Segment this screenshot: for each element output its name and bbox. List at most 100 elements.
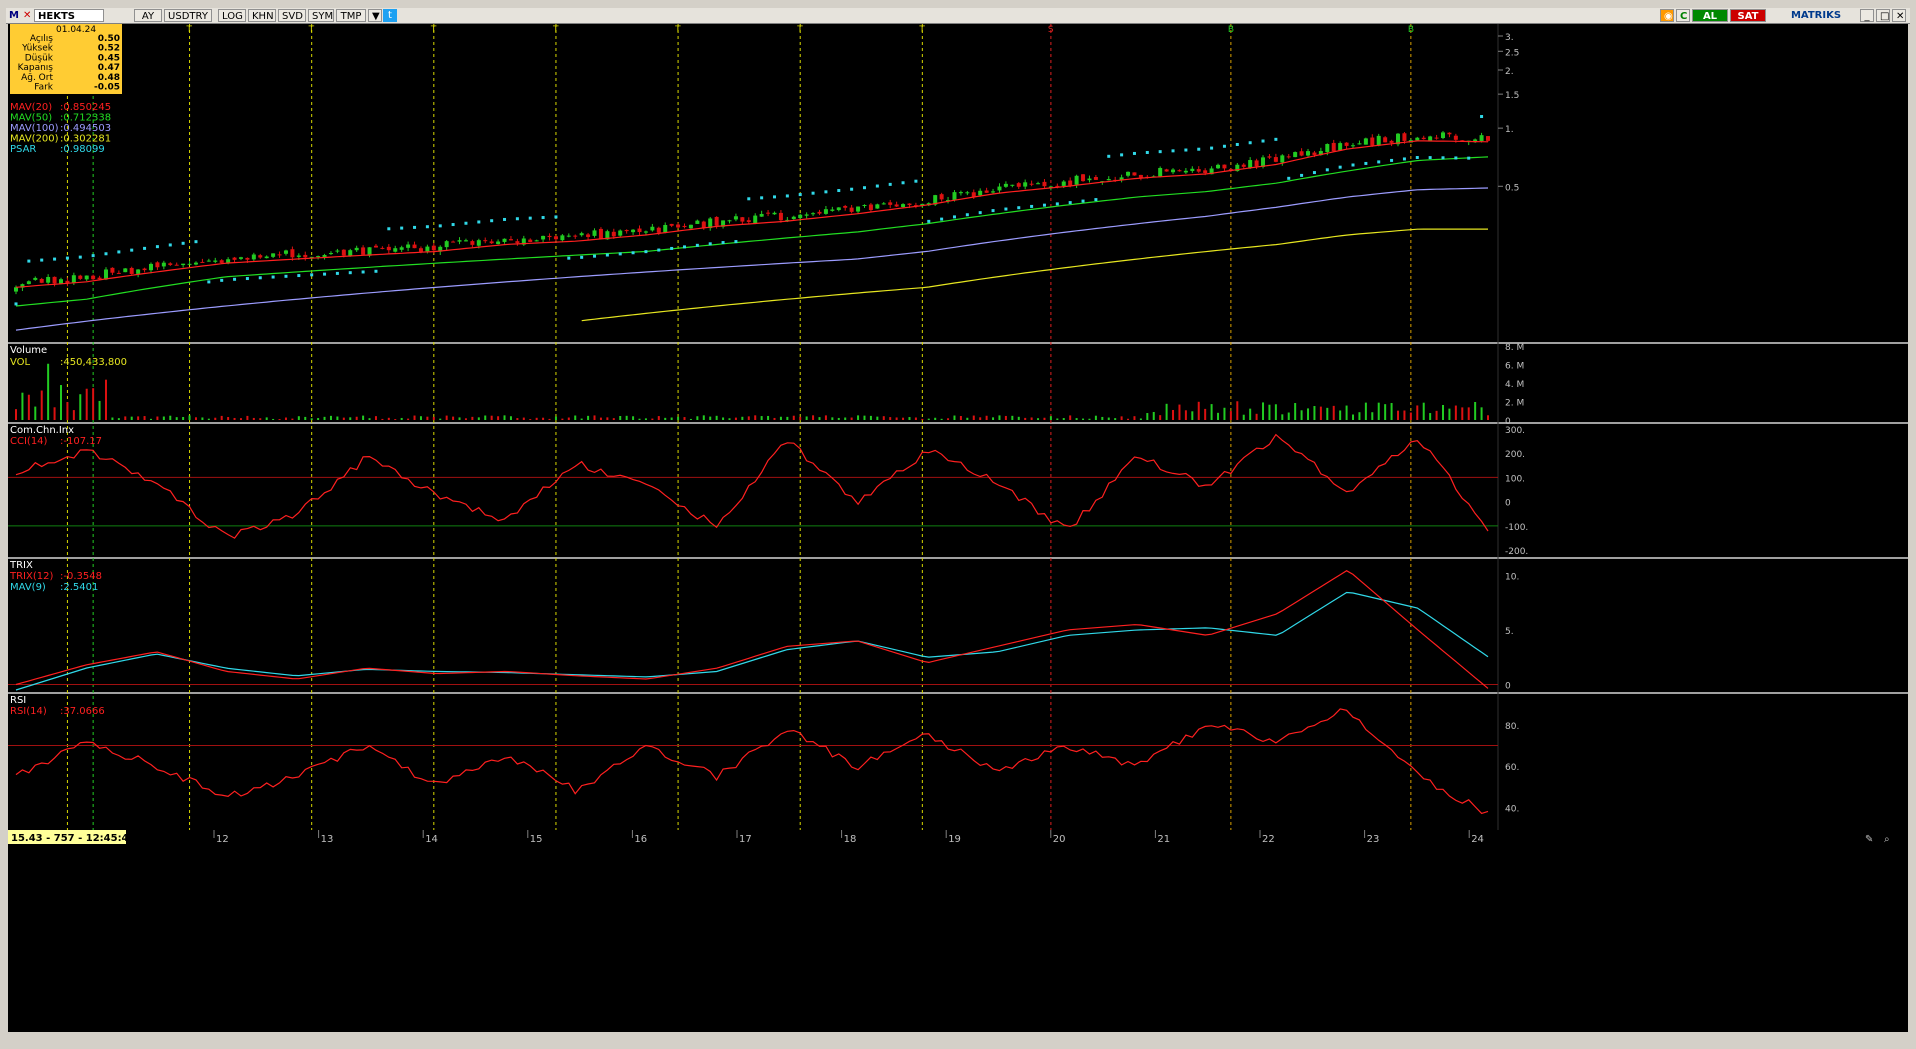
- buy-button[interactable]: AL: [1692, 9, 1728, 22]
- volume-bar: [934, 417, 937, 420]
- psar-dot: [1107, 154, 1111, 158]
- candle-body: [759, 213, 764, 217]
- volume-bar: [786, 416, 789, 420]
- psar-dot: [374, 269, 378, 273]
- info-box-value: 0.47: [98, 63, 120, 73]
- psar-dot: [117, 250, 121, 254]
- toolbar-button-tmp[interactable]: TMP: [336, 9, 366, 22]
- rsi-title: RSI: [10, 695, 26, 706]
- rss-icon[interactable]: ◉: [1660, 9, 1674, 22]
- candle-body: [823, 209, 828, 214]
- candle-body: [701, 221, 706, 228]
- technical-chart[interactable]: TTTTTTTTSBB3.2.52.1.51.0.58. M6. M4. M2.…: [8, 24, 1908, 1032]
- candle-body: [129, 267, 134, 274]
- candle-body: [688, 224, 693, 229]
- cci-tick-label: -200.: [1505, 547, 1528, 557]
- volume-bar: [1217, 412, 1220, 420]
- volume-bar: [1030, 417, 1033, 420]
- volume-bar: [1094, 415, 1097, 420]
- symbol-field[interactable]: HEKTS: [34, 9, 104, 22]
- psar-dot: [875, 184, 879, 188]
- candle-body: [1081, 174, 1086, 182]
- signal-label-b: B: [1408, 25, 1414, 35]
- candle-body: [271, 253, 276, 257]
- volume-bar: [754, 415, 757, 420]
- maximize-icon[interactable]: □: [1876, 9, 1890, 22]
- volume-bar: [59, 385, 62, 420]
- candle-body: [168, 263, 173, 265]
- x-axis-label: 15: [530, 834, 543, 845]
- psar-dot: [1081, 199, 1085, 203]
- candle-body: [971, 192, 976, 197]
- twitter-icon[interactable]: t: [383, 9, 397, 22]
- volume-bar: [452, 416, 455, 420]
- psar-dot: [438, 224, 442, 228]
- psar-dot: [1158, 150, 1162, 154]
- volume-bar: [1255, 413, 1258, 420]
- volume-bar: [317, 418, 320, 420]
- flag-icon[interactable]: ✕: [20, 9, 32, 22]
- psar-dot: [1364, 161, 1368, 165]
- app-logo: M: [9, 10, 19, 21]
- volume-bar: [1204, 408, 1207, 420]
- trix-mav-legend-value: :2.5401: [60, 582, 98, 593]
- trix-tick-label: 0: [1505, 682, 1511, 692]
- volume-bar: [1268, 404, 1271, 420]
- volume-bar: [1011, 415, 1014, 420]
- toolbar-button-ay[interactable]: AY: [134, 9, 162, 22]
- volume-bar: [696, 416, 699, 420]
- psar-dot: [657, 248, 661, 252]
- psar-dot: [1004, 207, 1008, 211]
- psar-dot: [1030, 204, 1034, 208]
- sell-button[interactable]: SAT: [1730, 9, 1766, 22]
- cci-tick-label: 300.: [1505, 426, 1525, 436]
- psar-dot: [1055, 202, 1059, 206]
- volume-bar: [336, 416, 339, 420]
- x-axis-label: 17: [739, 834, 752, 845]
- signal-label-t: T: [918, 25, 925, 35]
- volume-bar: [1127, 418, 1130, 420]
- volume-bar: [246, 415, 249, 420]
- toolbar-button-c[interactable]: C: [1676, 9, 1690, 22]
- psar-dot: [991, 209, 995, 213]
- series-mav50: [15, 156, 1489, 307]
- close-icon[interactable]: ✕: [1892, 9, 1906, 22]
- candle-body: [746, 220, 751, 222]
- volume-bar: [734, 417, 737, 420]
- volume-bar: [1191, 411, 1194, 420]
- price-legend-value: :0.850245: [60, 102, 111, 113]
- volume-bar: [374, 416, 377, 420]
- volume-bar: [1249, 408, 1252, 420]
- volume-bar: [979, 417, 982, 420]
- volume-bar: [844, 417, 847, 420]
- toolbar-button-svd[interactable]: SVD: [278, 9, 306, 22]
- volume-bar: [664, 417, 667, 420]
- dropdown-arrow-icon[interactable]: ▼: [368, 9, 382, 22]
- volume-bar: [342, 417, 345, 420]
- price-tick-label: 2.5: [1505, 48, 1519, 58]
- price-legend-label: MAV(100): [10, 123, 59, 134]
- volume-bar: [670, 417, 673, 420]
- toolbar-button-khn[interactable]: KHN: [248, 9, 276, 22]
- volume-bar: [535, 417, 538, 420]
- volume-bar: [1300, 410, 1303, 420]
- minimize-icon[interactable]: _: [1860, 9, 1874, 22]
- volume-bar: [902, 417, 905, 420]
- volume-bar: [709, 416, 712, 420]
- candle-body: [1164, 169, 1169, 172]
- volume-bar: [1397, 410, 1400, 420]
- chart-area[interactable]: TTTTTTTTSBB3.2.52.1.51.0.58. M6. M4. M2.…: [8, 24, 1908, 1032]
- candle-body: [1126, 171, 1131, 176]
- candle-body: [91, 275, 96, 280]
- x-axis-label: 16: [634, 834, 647, 845]
- cci-legend-label: CCI(14): [10, 436, 48, 447]
- toolbar-button-usdtry[interactable]: USDTRY: [164, 9, 212, 22]
- volume-bar: [561, 418, 564, 420]
- volume-bar: [959, 416, 962, 420]
- psar-dot: [400, 226, 404, 230]
- volume-bar: [1088, 418, 1091, 420]
- candle-body: [361, 247, 366, 255]
- toolbar-button-log[interactable]: LOG: [218, 9, 246, 22]
- candle-body: [991, 191, 996, 193]
- toolbar-button-sym[interactable]: SYM: [308, 9, 334, 22]
